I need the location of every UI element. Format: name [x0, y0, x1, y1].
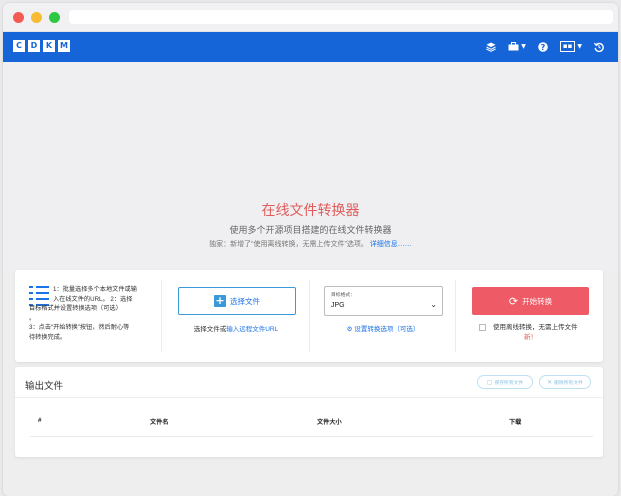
choose-file-button[interactable]: + 选择文件	[178, 287, 296, 315]
table-header-divider	[30, 436, 593, 437]
instructions-column: 1：批量选择多个本地文件或输 入在线文件的URL。 2：选择 目标格式并设置转换…	[15, 280, 161, 352]
logo-letter: D	[28, 40, 40, 52]
instruction-line: 目标格式并设置转换选项（可选）	[29, 305, 122, 312]
site-logo[interactable]: C D K M	[13, 40, 70, 52]
start-convert-label: 开始转换	[522, 296, 553, 306]
choose-hint-text: 选择文件或	[193, 326, 227, 333]
instruction-line: 。	[29, 314, 36, 322]
svg-text:?: ?	[541, 43, 546, 52]
conversion-options-link[interactable]: 设置转换选项（可选）	[354, 326, 419, 333]
history-icon[interactable]	[594, 39, 604, 54]
navbar-icons: ▼ ? ▪▪ ▼	[486, 39, 604, 54]
column-header-filesize: 文件大小	[317, 419, 342, 426]
chevron-down-icon: ⌄	[430, 300, 437, 309]
browser-chrome	[3, 3, 618, 32]
delete-all-label: 删除所有文件	[554, 380, 583, 386]
conversion-options[interactable]: ⚙ 设置转换选项（可选）	[310, 323, 456, 333]
instruction-line: 3：点击“开始转换”按钮，然后耐心等	[29, 324, 130, 331]
target-format-label: 目标格式：	[331, 293, 355, 298]
converter-panel: 1：批量选择多个本地文件或输 入在线文件的URL。 2：选择 目标格式并设置转换…	[15, 270, 603, 362]
save-all-button[interactable]: ▢ 保存所有文件	[477, 375, 533, 389]
logo-letter: M	[58, 40, 70, 52]
format-column: 目标格式： JPG ⌄ ⚙ 设置转换选项（可选）	[309, 280, 455, 352]
column-header-download: 下载	[509, 419, 522, 426]
divider	[15, 397, 603, 398]
start-column: ⟳ 开始转换 使用离线转换，无需上传文件 新！	[455, 280, 603, 352]
help-icon[interactable]: ?	[538, 39, 548, 54]
details-link[interactable]: 详细信息……	[370, 241, 412, 248]
chevron-down-icon: ▼	[577, 43, 582, 50]
toolbox-icon[interactable]: ▼	[508, 39, 526, 54]
top-navbar: C D K M ▼ ? ▪▪ ▼	[3, 32, 618, 62]
close-icon: ✕	[547, 378, 553, 386]
page-subtitle: 使用多个开源项目搭建的在线文件转换器	[229, 225, 392, 235]
language-glyph: ▪▪	[559, 41, 576, 52]
output-files-panel: 输出文件 ▢ 保存所有文件 ✕ 删除所有文件 # 文件名 文件大小 下载	[15, 367, 603, 457]
instruction-line: 待转换完成。	[29, 333, 67, 341]
language-icon[interactable]: ▪▪ ▼	[559, 39, 582, 54]
hero-section: 在线文件转换器 使用多个开源项目搭建的在线文件转换器 独家：新增了“使用离线转换…	[3, 62, 618, 272]
hero-note: 独家：新增了“使用离线转换，无需上传文件”选项。 详细信息……	[3, 239, 618, 249]
new-badge: 新！	[524, 334, 537, 341]
offline-label: 使用离线转换，无需上传文件 新！	[493, 323, 603, 343]
refresh-icon: ⟳	[508, 294, 519, 308]
choose-file-label: 选择文件	[230, 296, 260, 306]
save-all-label: 保存所有文件	[494, 380, 524, 386]
start-convert-button[interactable]: ⟳ 开始转换	[472, 287, 589, 315]
hero-note-text: 独家：新增了“使用离线转换，无需上传文件”选项。	[209, 241, 368, 248]
plus-icon: +	[214, 294, 226, 307]
output-title: 输出文件	[25, 381, 64, 392]
instruction-line: 入在线文件的URL。 2：选择	[53, 295, 133, 303]
choose-file-column: + 选择文件 选择文件或输入远程文件URL	[161, 280, 309, 352]
close-window-button[interactable]	[13, 12, 24, 23]
delete-all-button[interactable]: ✕ 删除所有文件	[539, 375, 591, 389]
instructions-text: 1：批量选择多个本地文件或输 入在线文件的URL。 2：选择 目标格式并设置转换…	[29, 285, 159, 342]
offline-checkbox[interactable]	[479, 324, 486, 331]
layers-icon[interactable]	[486, 39, 496, 54]
logo-letter: K	[43, 40, 55, 52]
page-title: 在线文件转换器	[261, 202, 360, 218]
save-icon: ▢	[486, 378, 493, 386]
address-bar[interactable]	[69, 10, 613, 24]
gear-icon: ⚙	[346, 325, 353, 333]
maximize-window-button[interactable]	[49, 12, 60, 23]
minimize-window-button[interactable]	[31, 12, 42, 23]
instruction-line: 1：批量选择多个本地文件或输	[53, 286, 137, 293]
target-format-select[interactable]: 目标格式： JPG ⌄	[324, 286, 443, 316]
choose-file-hint: 选择文件或输入远程文件URL	[162, 323, 310, 333]
offline-label-text: 使用离线转换，无需上传文件	[493, 324, 578, 331]
chevron-down-icon: ▼	[521, 43, 526, 50]
logo-letter: C	[13, 40, 25, 52]
column-header-index: #	[38, 417, 42, 424]
column-header-filename: 文件名	[150, 419, 169, 426]
target-format-value: JPG	[331, 302, 345, 309]
remote-url-link[interactable]: 输入远程文件URL	[226, 326, 278, 333]
